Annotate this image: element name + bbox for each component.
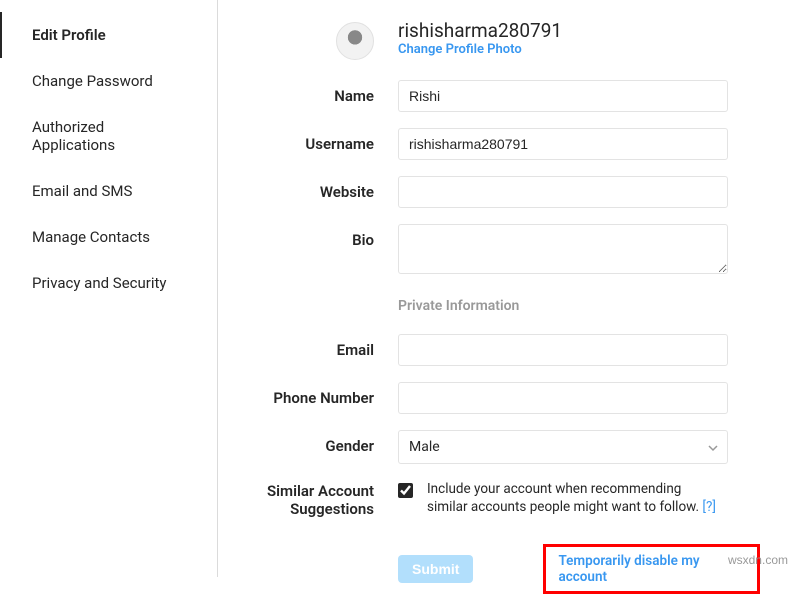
sidebar-item-label: Privacy and Security bbox=[32, 274, 167, 292]
username-label: Username bbox=[248, 128, 398, 153]
submit-button[interactable]: Submit bbox=[398, 555, 473, 583]
sidebar-item-privacy-security[interactable]: Privacy and Security bbox=[0, 260, 217, 306]
gender-value: Male bbox=[409, 439, 440, 455]
settings-sidebar: Edit Profile Change Password Authorized … bbox=[0, 0, 218, 577]
sidebar-item-label: Change Password bbox=[32, 72, 153, 90]
sidebar-item-email-sms[interactable]: Email and SMS bbox=[0, 168, 217, 214]
sidebar-item-change-password[interactable]: Change Password bbox=[0, 58, 217, 104]
suggestions-checkbox[interactable] bbox=[398, 483, 413, 498]
username-title: rishisharma280791 bbox=[398, 20, 760, 42]
sidebar-item-edit-profile[interactable]: Edit Profile bbox=[0, 12, 217, 58]
suggestions-help-link[interactable]: [?] bbox=[702, 499, 716, 515]
watermark: wsxdn.com bbox=[728, 553, 788, 567]
disable-account-link[interactable]: Temporarily disable my account bbox=[543, 544, 760, 594]
private-info-heading: Private Information bbox=[398, 294, 760, 318]
website-label: Website bbox=[248, 176, 398, 201]
sidebar-item-authorized-apps[interactable]: Authorized Applications bbox=[0, 104, 217, 168]
email-label: Email bbox=[248, 334, 398, 359]
sidebar-item-label: Edit Profile bbox=[32, 26, 106, 44]
bio-label: Bio bbox=[248, 224, 398, 249]
suggestions-label: Similar Account Suggestions bbox=[248, 480, 398, 518]
name-input[interactable] bbox=[398, 80, 728, 112]
email-input[interactable] bbox=[398, 334, 728, 366]
gender-select[interactable]: Male bbox=[398, 430, 728, 464]
username-input[interactable] bbox=[398, 128, 728, 160]
sidebar-item-label: Authorized Applications bbox=[32, 118, 115, 154]
suggestions-text: Include your account when recommending s… bbox=[427, 480, 717, 516]
phone-label: Phone Number bbox=[248, 382, 398, 407]
sidebar-item-label: Manage Contacts bbox=[32, 228, 150, 246]
gender-label: Gender bbox=[248, 430, 398, 455]
name-label: Name bbox=[248, 80, 398, 105]
bio-input[interactable] bbox=[398, 224, 728, 274]
sidebar-item-label: Email and SMS bbox=[32, 182, 132, 200]
website-input[interactable] bbox=[398, 176, 728, 208]
phone-input[interactable] bbox=[398, 382, 728, 414]
edit-profile-form: rishisharma280791 Change Profile Photo N… bbox=[218, 0, 800, 577]
change-photo-link[interactable]: Change Profile Photo bbox=[398, 42, 760, 57]
sidebar-item-manage-contacts[interactable]: Manage Contacts bbox=[0, 214, 217, 260]
avatar[interactable] bbox=[336, 22, 374, 60]
chevron-down-icon bbox=[707, 442, 717, 452]
